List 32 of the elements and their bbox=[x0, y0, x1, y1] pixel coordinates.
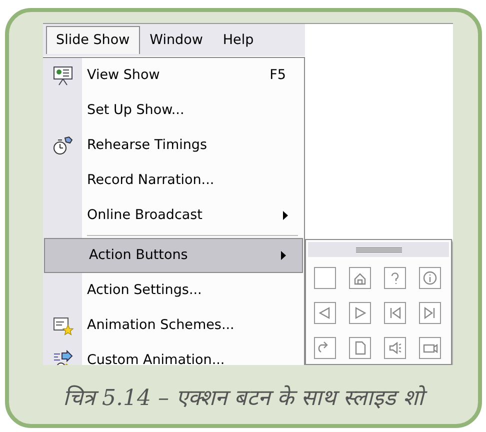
info-action-button[interactable] bbox=[419, 267, 441, 289]
help-action-button[interactable] bbox=[384, 267, 406, 289]
sound-icon bbox=[387, 340, 403, 356]
menu-item[interactable]: View Show F5 bbox=[43, 58, 304, 93]
menu-item[interactable]: Action Settings... bbox=[43, 273, 304, 308]
menu-item[interactable]: Set Up Show... bbox=[43, 93, 304, 128]
beginning-action-button[interactable] bbox=[384, 302, 406, 324]
home-action-button[interactable] bbox=[349, 267, 371, 289]
menu-item[interactable]: Rehearse Timings bbox=[43, 128, 304, 163]
menu-item[interactable]: Custom Animation... bbox=[43, 343, 304, 365]
menu-item[interactable]: Record Narration... bbox=[43, 163, 304, 198]
menu-bar-item[interactable]: Window bbox=[140, 26, 213, 54]
menu-bar-item[interactable]: Slide Show bbox=[46, 26, 140, 54]
stopwatch-icon bbox=[52, 134, 74, 156]
end-action-button[interactable] bbox=[419, 302, 441, 324]
sound-action-button[interactable] bbox=[384, 337, 406, 359]
return-action-button[interactable] bbox=[314, 337, 336, 359]
projector-icon bbox=[52, 64, 74, 86]
figure-caption: चित्र 5.14 – एक्शन बटन के साथ स्लाइड शो bbox=[9, 382, 478, 415]
star-icon bbox=[52, 314, 74, 336]
menu-item[interactable]: Action Buttons bbox=[44, 238, 303, 273]
info-icon bbox=[422, 270, 438, 286]
blank-action-button[interactable] bbox=[314, 267, 336, 289]
back-action-button[interactable] bbox=[314, 302, 336, 324]
menu-item[interactable]: Animation Schemes... bbox=[43, 308, 304, 343]
menu-bar-item[interactable]: Help bbox=[212, 26, 264, 54]
forward-action-button[interactable] bbox=[349, 302, 371, 324]
document-action-button[interactable] bbox=[349, 337, 371, 359]
menu-item[interactable]: Online Broadcast bbox=[43, 198, 304, 233]
animation-icon bbox=[52, 350, 74, 365]
movie-action-button[interactable] bbox=[419, 337, 441, 359]
drag-grip-icon bbox=[356, 246, 402, 252]
